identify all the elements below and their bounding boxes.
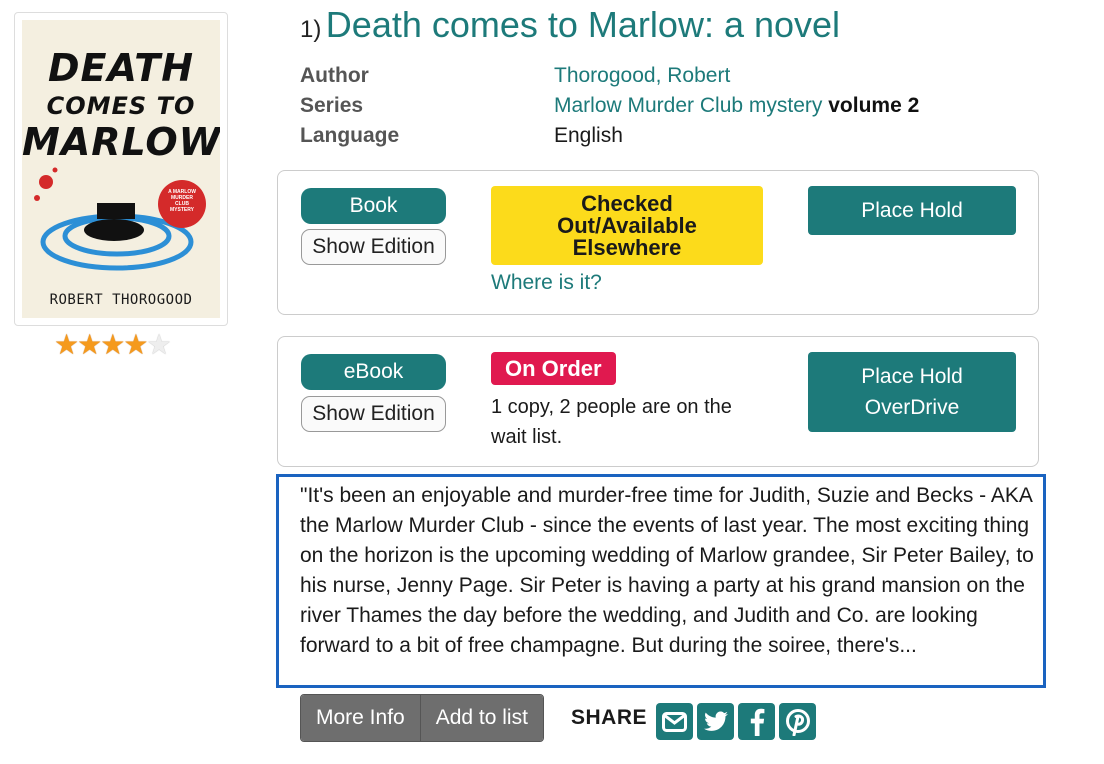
twitter-icon[interactable] (697, 703, 734, 740)
star-filled-icon[interactable]: ★ (54, 329, 79, 360)
author-row: Author Thorogood, Robert (300, 61, 919, 91)
pinterest-icon[interactable] (779, 703, 816, 740)
star-rating[interactable]: ★★★★★ (54, 329, 172, 360)
series-volume: volume 2 (828, 94, 920, 117)
series-link[interactable]: Marlow Murder Club mystery (554, 94, 822, 117)
title-row: 1) Death comes to Marlow: a novel (300, 4, 840, 46)
where-is-it-link[interactable]: Where is it? (491, 271, 602, 295)
series-row: Series Marlow Murder Club mystery volume… (300, 91, 919, 121)
on-order-badge: On Order (491, 352, 616, 385)
place-hold-button[interactable]: Place Hold (808, 186, 1016, 235)
show-edition-button[interactable]: Show Edition (301, 229, 446, 265)
star-filled-icon[interactable]: ★ (100, 329, 125, 360)
show-edition-button[interactable]: Show Edition (301, 396, 446, 432)
action-button-group: More Info Add to list (300, 694, 544, 742)
email-icon[interactable] (656, 703, 693, 740)
add-to-list-button[interactable]: Add to list (419, 695, 543, 741)
cover-series-badge: A MARLOW MURDER CLUB MYSTERY (168, 189, 196, 213)
language-label: Language (300, 124, 400, 147)
availability-status-badge: Checked Out/Available Elsewhere (491, 186, 763, 265)
format-book-button[interactable]: Book (301, 188, 446, 224)
language-value: English (554, 124, 623, 147)
author-label: Author (300, 64, 369, 87)
format-ebook-button[interactable]: eBook (301, 354, 446, 390)
series-label: Series (300, 94, 364, 117)
cover-author: ROBERT THOROGOOD (49, 292, 193, 308)
star-empty-icon[interactable]: ★ (146, 329, 171, 360)
book-metadata: Author Thorogood, Robert Series Marlow M… (300, 61, 919, 151)
format-card-ebook: eBook Show Edition On Order 1 copy, 2 pe… (277, 336, 1039, 467)
cover-illustration (34, 167, 206, 271)
book-cover-image[interactable]: DEATH COMES TO MARLOW A MARLOW MURDER CL… (22, 20, 220, 318)
star-filled-icon[interactable]: ★ (77, 329, 102, 360)
place-hold-overdrive-line1: Place Hold (861, 365, 963, 388)
wait-list-text: 1 copy, 2 people are on the wait list. (491, 396, 732, 448)
share-icons (656, 703, 816, 740)
availability-status-text: Checked Out/Available Elsewhere (557, 190, 697, 260)
format-card-book: Book Show Edition Checked Out/Available … (277, 170, 1039, 315)
description-text: "It's been an enjoyable and murder-free … (276, 474, 1046, 688)
place-hold-label: Place Hold (861, 198, 963, 222)
place-hold-overdrive-line2: OverDrive (864, 396, 960, 419)
title-link[interactable]: Death comes to Marlow: a novel (326, 4, 840, 45)
place-hold-overdrive-button[interactable]: Place Hold OverDrive (808, 352, 1016, 432)
result-number: 1) (300, 16, 322, 43)
share-label: SHARE (571, 706, 648, 729)
more-info-button[interactable]: More Info (301, 695, 420, 741)
language-row: Language English (300, 121, 919, 151)
star-filled-icon[interactable]: ★ (123, 329, 148, 360)
author-link[interactable]: Thorogood, Robert (554, 64, 730, 87)
facebook-icon[interactable] (738, 703, 775, 740)
book-cover-frame[interactable]: DEATH COMES TO MARLOW A MARLOW MURDER CL… (14, 12, 228, 326)
